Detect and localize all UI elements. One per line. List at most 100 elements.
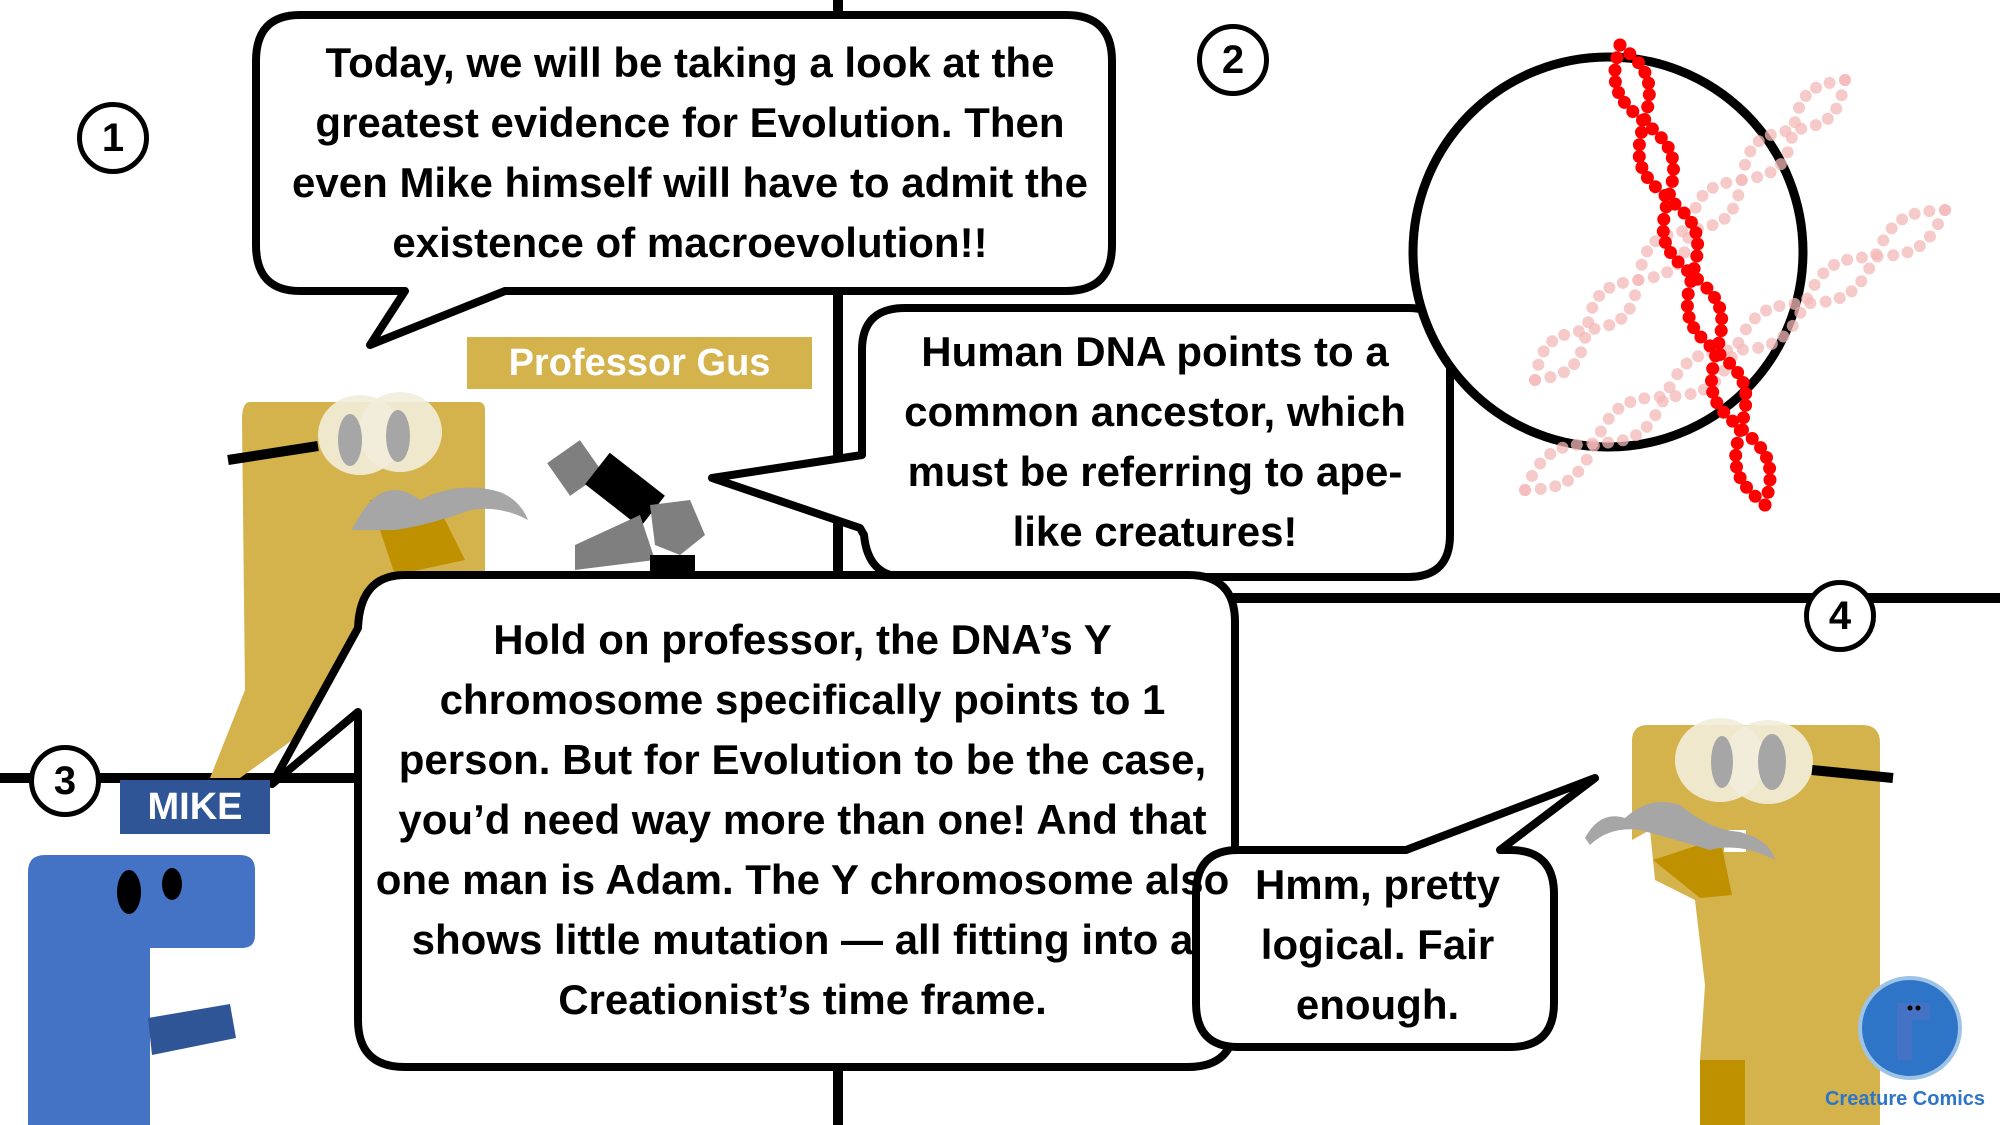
dna-dot — [1658, 189, 1672, 202]
dna-dot — [1594, 425, 1607, 438]
dna-dot — [1735, 174, 1748, 186]
dna-dot — [1691, 237, 1705, 251]
dna-dot — [1680, 357, 1693, 370]
dna-dot — [1751, 171, 1764, 184]
dna-dot — [1737, 411, 1750, 425]
dna-dot — [1885, 222, 1898, 235]
professor-gus-character-panel4 — [1585, 718, 1894, 1125]
dna-dot — [1623, 302, 1636, 315]
dna-dot — [1626, 105, 1640, 118]
panel2-speech-text: Human DNA points to a common ancestor, w… — [904, 328, 1406, 555]
dna-dot — [1718, 212, 1731, 225]
dna-dot — [1736, 343, 1749, 356]
dna-dot — [1760, 304, 1773, 317]
dna-dot — [1519, 484, 1531, 496]
microscope-icon — [547, 440, 705, 580]
mike-name-label: MIKE — [120, 780, 270, 834]
dna-dot — [1608, 63, 1622, 77]
dna-dot — [1841, 253, 1854, 266]
dna-dot — [1744, 145, 1757, 158]
dna-dot — [1544, 371, 1557, 384]
panel-number-3: 3 — [29, 745, 101, 817]
dna-dot — [1817, 267, 1830, 280]
dna-dot — [1656, 224, 1670, 238]
dna-dot — [1546, 335, 1559, 348]
dna-dot — [1821, 112, 1834, 125]
dna-dot — [1901, 246, 1914, 259]
dna-dot — [1779, 125, 1792, 138]
dna-dot — [1845, 285, 1858, 298]
dna-dot — [1616, 276, 1629, 289]
dna-dot — [1939, 204, 1951, 216]
dna-dot — [1558, 328, 1571, 341]
dna-dot — [1556, 441, 1569, 454]
dna-dot — [1932, 218, 1944, 231]
panel-number-2: 2 — [1197, 24, 1269, 96]
dna-dot — [1764, 128, 1777, 141]
dna-dot — [1748, 312, 1761, 325]
dna-dot — [1736, 376, 1750, 389]
panel1-speech-text: Today, we will be taking a look at the g… — [292, 39, 1088, 266]
dna-dot — [1629, 289, 1641, 302]
dna-dot — [1537, 345, 1550, 358]
dna-dot — [1656, 395, 1669, 408]
dna-dot — [1580, 453, 1593, 466]
dna-dot — [1877, 234, 1890, 247]
dna-dot — [1855, 251, 1868, 264]
dna-dot — [1793, 101, 1805, 114]
dna-dot — [1665, 151, 1679, 165]
dna-dot — [1684, 388, 1697, 400]
creature-comics-brand: Creature Comics — [1824, 1088, 1986, 1110]
dna-dot — [1713, 348, 1727, 361]
dna-dot — [1649, 409, 1662, 422]
dna-dot — [1835, 89, 1848, 102]
dna-dot — [1638, 392, 1651, 405]
dna-dot — [1680, 299, 1694, 313]
dna-dot — [1777, 330, 1790, 343]
dna-dot — [1923, 205, 1936, 218]
dna-dot — [1752, 341, 1765, 354]
mike-character — [28, 855, 255, 1125]
dna-dot — [1763, 461, 1777, 475]
dna-dot — [1544, 448, 1557, 460]
dna-dot — [1739, 387, 1753, 400]
dna-dot — [1593, 289, 1606, 302]
comic-page: Today, we will be taking a look at the g… — [0, 0, 2000, 1125]
dna-dot — [1887, 249, 1900, 262]
professor-gus-name-label: Professor Gus — [467, 337, 812, 389]
dna-dot — [1706, 362, 1720, 376]
dna-dot — [1730, 436, 1744, 450]
dna-dot — [1665, 174, 1679, 188]
dna-dot — [1714, 324, 1728, 338]
dna-dot — [1810, 81, 1823, 94]
dna-dot — [1557, 366, 1570, 379]
dna-dot — [1603, 281, 1616, 294]
dna-dot — [1908, 207, 1921, 220]
dna-dot — [1630, 429, 1642, 442]
dna-dot — [1799, 89, 1812, 102]
dna-dot — [1923, 230, 1936, 243]
dna-dot — [1624, 396, 1637, 408]
dna-dot — [1586, 301, 1599, 314]
dna-dot — [1635, 258, 1648, 271]
dna-dot — [1588, 322, 1601, 335]
dna-dot — [1715, 312, 1729, 326]
dna-dot — [1632, 138, 1646, 152]
dna-dot — [1764, 166, 1777, 179]
dna-dot — [1603, 319, 1616, 332]
dna-dot — [1561, 474, 1574, 487]
dna-dot — [1795, 122, 1808, 135]
dna-dot — [1602, 436, 1615, 449]
dna-dot — [1839, 74, 1851, 86]
creature-comics-logo — [1858, 976, 1962, 1080]
dna-dot — [1648, 180, 1662, 194]
dna-dot — [1689, 201, 1702, 214]
dna-dot — [1526, 469, 1538, 482]
dna-dot — [1657, 212, 1671, 226]
dna-dot — [1809, 119, 1822, 132]
panel-number-1: 1 — [77, 102, 149, 174]
dna-dot — [1761, 485, 1775, 499]
dna-dot — [1610, 51, 1624, 65]
dna-dot — [1647, 271, 1660, 284]
dna-dot — [1863, 262, 1876, 275]
